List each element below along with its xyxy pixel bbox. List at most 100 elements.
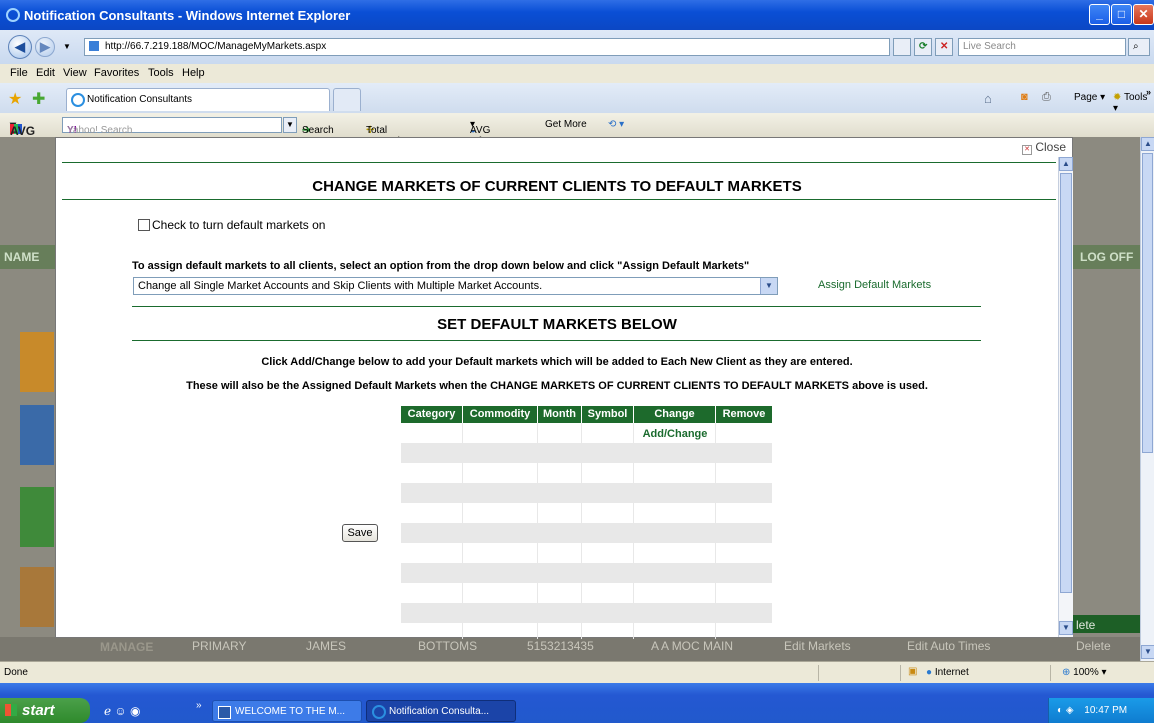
ie-logo-icon (6, 8, 20, 22)
table-row (401, 603, 772, 623)
clock: 10:47 PM (1084, 705, 1128, 716)
bg-cell: JAMES (306, 639, 347, 653)
zoom-control[interactable]: ⊕ 100% ▾ (1062, 667, 1107, 678)
add-favorites-icon[interactable]: ✚ (32, 89, 45, 109)
stop-button[interactable]: ✕ (935, 38, 953, 56)
globe-icon: ● (926, 667, 933, 678)
modal-scroll-thumb[interactable] (1060, 173, 1072, 593)
favorites-star-icon[interactable]: ★ (8, 89, 22, 109)
page-scrollbar[interactable]: ▲ ▼ (1140, 137, 1154, 661)
get-more-button[interactable]: Get More (545, 119, 587, 130)
menu-view[interactable]: View (63, 67, 87, 79)
section-title: SET DEFAULT MARKETS BELOW (437, 316, 677, 333)
tray-icons[interactable]: ◐ ◈ (1057, 705, 1074, 716)
status-divider (1050, 665, 1051, 681)
background-tile (20, 567, 54, 627)
scroll-down-icon[interactable]: ▼ (1141, 645, 1154, 659)
yahoo-search-input[interactable]: Y! Yahoo! Search (62, 117, 282, 136)
menu-favorites[interactable]: Favorites (94, 67, 139, 79)
start-button[interactable]: start (0, 698, 90, 723)
window-title-bar[interactable]: Notification Consultants - Windows Inter… (0, 0, 1154, 30)
background-mail-tile (20, 332, 54, 392)
taskbar: start ℯ ☺ ◉ » WELCOME TO THE M... Notifi… (0, 683, 1154, 723)
recent-pages-arrow-icon[interactable]: ▼ (63, 42, 71, 51)
background-people-tile (20, 487, 54, 547)
gear-icon: ✹ (1113, 92, 1122, 103)
tab-notification-consultants[interactable]: Notification Consultants (66, 88, 330, 111)
add-change-link[interactable]: Add/Change (634, 428, 716, 440)
change-markets-modal: ✕ Close ▲ ▼ CHANGE MARKETS OF CURRENT CL… (55, 137, 1073, 639)
live-search-input[interactable]: Live Search (958, 38, 1126, 56)
scroll-up-icon[interactable]: ▲ (1141, 137, 1154, 151)
home-icon[interactable]: ⌂ (984, 91, 992, 106)
avg-info-button[interactable]: ◒ AVG Info ▾ (470, 119, 490, 147)
background-delete-top: lete (1076, 618, 1096, 632)
url-input[interactable]: http://66.7.219.188/MOC/ManageMyMarkets.… (84, 38, 890, 56)
info-line-1: Click Add/Change below to add your Defau… (261, 356, 853, 368)
avg-toolbar: AVG ▾ Y! Yahoo! Search ▼ ➔ Search ✢ Tota… (0, 113, 1154, 147)
chevron-more-icon[interactable]: » (1146, 87, 1151, 97)
taskbar-item-notification[interactable]: Notification Consulta... (366, 700, 516, 722)
col-header-month: Month (538, 406, 582, 423)
minimize-button[interactable]: _ (1089, 4, 1110, 25)
address-bar: ◀ ▶ ▼ http://66.7.219.188/MOC/ManageMyMa… (0, 30, 1154, 65)
status-divider (900, 665, 901, 681)
bg-cell: PRIMARY (192, 639, 247, 653)
menu-bar: File Edit View Favorites Tools Help (0, 64, 1154, 84)
taskbar-item-welcome[interactable]: WELCOME TO THE M... (212, 700, 362, 722)
bg-cell: Delete (1076, 639, 1111, 653)
protected-mode-icon[interactable]: ▣ (908, 666, 917, 677)
info-line-2: These will also be the Assigned Default … (186, 380, 928, 392)
refresh-button[interactable]: ⟳ (914, 38, 932, 56)
menu-help[interactable]: Help (182, 67, 205, 79)
modal-scroll-down-icon[interactable]: ▼ (1059, 621, 1073, 635)
new-tab-button[interactable] (333, 88, 361, 111)
quicklaunch-icons[interactable]: ℯ ☺ ◉ (104, 704, 141, 718)
quicklaunch-more-icon[interactable]: » (196, 700, 202, 711)
search-icon[interactable]: ⌕ (1128, 38, 1150, 56)
background-logoff-label: LOG OFF (1080, 250, 1134, 264)
avg-extra-icon[interactable]: ⟲ ▾ (608, 119, 624, 130)
page-scroll-thumb[interactable] (1142, 153, 1153, 453)
status-bar: Done ▣ ● Internet ⊕ 100% ▾ (0, 661, 1154, 684)
back-button[interactable]: ◀ (8, 35, 32, 59)
system-tray: ◐ ◈ 10:47 PM (1048, 698, 1154, 723)
col-header-change: Change (634, 406, 716, 423)
status-text: Done (4, 667, 28, 678)
assign-default-markets-link[interactable]: Assign Default Markets (818, 279, 931, 291)
bg-cell: Edit Markets (784, 639, 851, 653)
bg-cell: A A MOC MAIN (651, 639, 734, 653)
page-icon (89, 41, 99, 52)
close-modal-button[interactable]: ✕ Close (1022, 140, 1066, 155)
print-icon[interactable]: ⎙ (1042, 91, 1051, 104)
assign-instruction: To assign default markets to all clients… (132, 260, 750, 272)
url-dropdown-button[interactable] (893, 38, 911, 56)
chevron-down-icon[interactable]: ▼ (760, 278, 777, 294)
background-manage-label: MANAGE (100, 640, 154, 654)
maximize-button[interactable]: □ (1111, 4, 1132, 25)
close-window-button[interactable]: ✕ (1133, 4, 1154, 25)
forward-button[interactable]: ▶ (35, 37, 55, 57)
menu-edit[interactable]: Edit (36, 67, 55, 79)
menu-tools[interactable]: Tools (148, 67, 174, 79)
background-name-label: NAME (4, 250, 40, 264)
close-icon: ✕ (1022, 145, 1032, 155)
feeds-icon[interactable]: ◙ (1021, 91, 1028, 103)
assign-option-select[interactable]: Change all Single Market Accounts and Sk… (133, 277, 778, 295)
tab-ie-icon (71, 93, 85, 107)
background-user-tile (20, 405, 54, 465)
modal-scroll-up-icon[interactable]: ▲ (1059, 157, 1073, 171)
bg-cell: Edit Auto Times (907, 639, 991, 653)
bg-cell: 5153213435 (527, 639, 594, 653)
table-row (401, 443, 772, 463)
page-menu[interactable]: Page ▾ (1074, 92, 1105, 103)
checkbox-label: Check to turn default markets on (152, 218, 326, 232)
search-dropdown-button[interactable]: ▼ (283, 117, 297, 133)
zone-label: ● Internet (926, 667, 969, 678)
menu-file[interactable]: File (10, 67, 28, 79)
table-row (401, 563, 772, 583)
avg-brand[interactable]: AVG ▾ (10, 118, 35, 138)
modal-scrollbar[interactable]: ▲ ▼ (1058, 157, 1073, 637)
save-button[interactable]: Save (342, 524, 378, 542)
default-markets-checkbox[interactable] (138, 219, 150, 231)
